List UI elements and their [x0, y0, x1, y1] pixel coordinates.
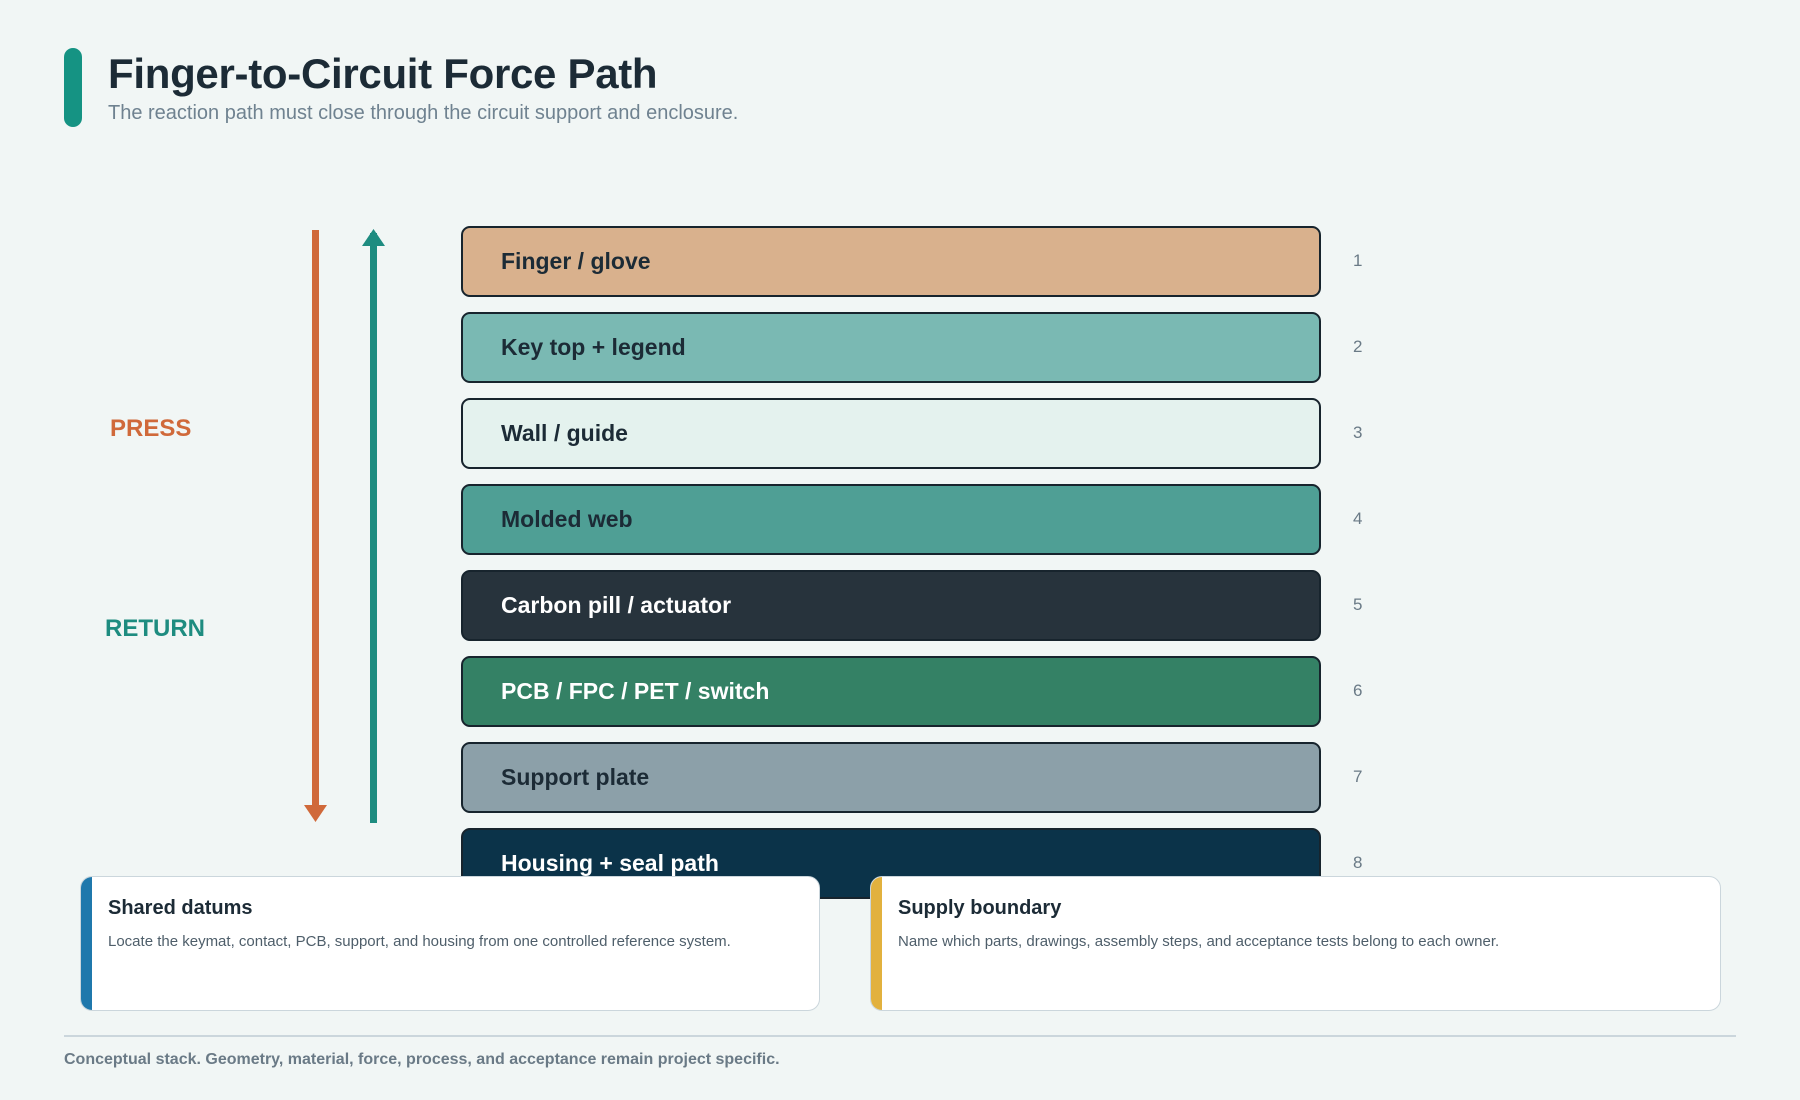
- layer-number: 1: [1353, 251, 1363, 270]
- card-supply-boundary: Supply boundary Name which parts, drawin…: [870, 876, 1721, 1011]
- card-body: Locate the keymat, contact, PCB, support…: [108, 933, 731, 950]
- force-path-diagram: Finger-to-Circuit Force Path The reactio…: [0, 0, 1800, 1100]
- card-stripe: [81, 877, 92, 1010]
- layer-pcb-fpc-pet-switch: PCB / FPC / PET / switch: [461, 656, 1321, 727]
- layer-label: Molded web: [501, 506, 633, 532]
- layer-number: 6: [1353, 681, 1363, 700]
- card-shared-datums: Shared datums Locate the keymat, contact…: [80, 876, 820, 1011]
- layer-label: Finger / glove: [501, 248, 651, 274]
- layer-number: 4: [1353, 509, 1363, 528]
- page-title: Finger-to-Circuit Force Path: [108, 50, 658, 97]
- layer-wall-guide: Wall / guide: [461, 398, 1321, 469]
- card-title: Supply boundary: [898, 897, 1062, 919]
- layer-molded-web: Molded web: [461, 484, 1321, 555]
- press-label: PRESS: [110, 415, 192, 442]
- layer-key-top-legend: Key top + legend: [461, 312, 1321, 383]
- title-accent-bar: [64, 48, 82, 127]
- footer-note: Conceptual stack. Geometry, material, fo…: [64, 1051, 780, 1068]
- return-label: RETURN: [105, 615, 205, 642]
- layer-label: Wall / guide: [501, 420, 628, 446]
- force-arrows: [304, 229, 385, 823]
- layer-label: Key top + legend: [501, 334, 686, 360]
- layer-label: Housing + seal path: [501, 850, 719, 876]
- card-body: Name which parts, drawings, assembly ste…: [898, 933, 1500, 950]
- layer-label: PCB / FPC / PET / switch: [501, 678, 770, 704]
- layer-number: 5: [1353, 595, 1363, 614]
- press-arrow-icon: [304, 230, 327, 822]
- layer-finger-glove: Finger / glove: [461, 226, 1321, 297]
- layer-number: 7: [1353, 767, 1363, 786]
- page-subtitle: The reaction path must close through the…: [108, 102, 739, 124]
- layer-carbon-pill-actuator: Carbon pill / actuator: [461, 570, 1321, 641]
- layer-label: Support plate: [501, 764, 650, 790]
- layer-number: 8: [1353, 853, 1363, 872]
- card-stripe: [871, 877, 882, 1010]
- footer-divider: [64, 1035, 1736, 1037]
- layer-support-plate: Support plate: [461, 742, 1321, 813]
- layer-number: 2: [1353, 337, 1363, 356]
- return-arrow-icon: [362, 229, 385, 823]
- card-title: Shared datums: [108, 897, 253, 919]
- layer-number: 3: [1353, 423, 1363, 442]
- layer-label: Carbon pill / actuator: [501, 592, 732, 618]
